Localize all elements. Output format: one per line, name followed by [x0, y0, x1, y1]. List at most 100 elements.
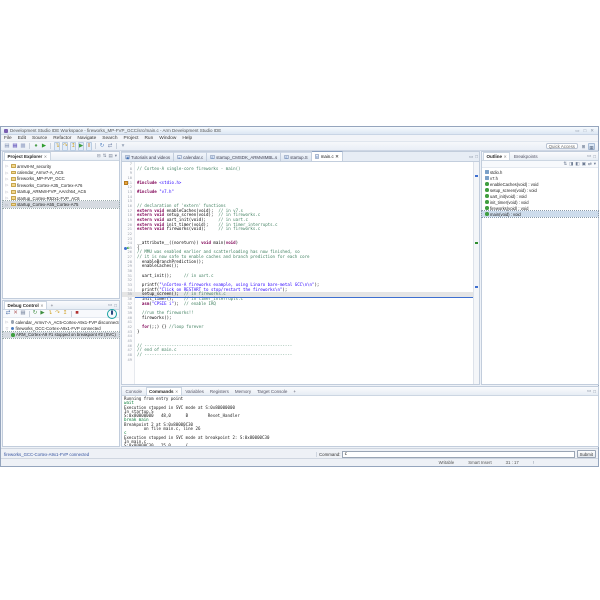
step-into-icon[interactable]: ↴: [54, 142, 60, 151]
console-tab-0[interactable]: Console: [123, 387, 145, 395]
hide-fields-icon[interactable]: ◨: [569, 161, 573, 167]
connect-icon[interactable]: ⇄: [5, 310, 11, 317]
outline-tab-1[interactable]: Breakpoints: [511, 152, 540, 160]
menu-source[interactable]: Source: [32, 136, 47, 141]
new-file-icon[interactable]: ▤: [4, 143, 10, 150]
menu-navigate[interactable]: Navigate: [77, 136, 96, 141]
console-tab-4[interactable]: Memory: [232, 387, 253, 395]
console-tab-5[interactable]: Target Console: [255, 387, 290, 395]
menu-search[interactable]: Search: [102, 136, 117, 141]
resume-icon[interactable]: ▶: [78, 142, 84, 151]
code-editor[interactable]: 78// Cortex-A single-core fireworks - ma…: [122, 162, 473, 384]
bookmark-marker-icon[interactable]: [124, 181, 128, 185]
sort-icon[interactable]: ⇅: [563, 161, 567, 167]
quick-access-button[interactable]: Quick Access: [546, 143, 578, 149]
minimize-editor-icon[interactable]: ▭: [469, 154, 473, 160]
editor-tab-main-c[interactable]: cmain.c✕: [312, 151, 343, 161]
minimize-pane-icon[interactable]: ▭: [108, 302, 112, 308]
outline-item[interactable]: main(void) : void: [482, 211, 598, 217]
menu-file[interactable]: File: [4, 136, 12, 141]
editor-overview-ruler[interactable]: [473, 162, 479, 384]
maximize-pane-icon[interactable]: □: [593, 389, 596, 394]
editor-tab-calendar-c[interactable]: ccalendar.c: [174, 152, 207, 161]
minimize-pane-icon[interactable]: ▭: [587, 388, 591, 394]
save-all-icon[interactable]: ▩: [20, 143, 26, 150]
editor-tab-startup-cmsdk-armv8mbl-s[interactable]: Sstartup_CMSDK_ARMv8MBL.s: [207, 152, 281, 161]
menu-run[interactable]: Run: [144, 136, 153, 141]
outline-tab-0[interactable]: Outline✕: [483, 152, 510, 160]
step-into-icon[interactable]: ↴: [47, 310, 53, 317]
dropdown-icon[interactable]: ▾: [120, 143, 126, 150]
view-layout-icon[interactable]: ▤: [108, 153, 112, 159]
close-tab-icon[interactable]: ✕: [40, 303, 43, 308]
show-cores-icon[interactable]: ▦: [20, 310, 26, 317]
console-tab-3[interactable]: Registers: [207, 387, 231, 395]
menu-refactor[interactable]: Refactor: [53, 136, 71, 141]
interrupt-icon[interactable]: ▮: [109, 310, 115, 317]
view-menu-icon[interactable]: ▾: [115, 153, 117, 159]
run-icon[interactable]: ▶: [41, 143, 47, 150]
view-menu-icon[interactable]: ▾: [594, 161, 596, 167]
disconnect-icon[interactable]: ✕: [13, 310, 19, 317]
debug-connection-row[interactable]: ARM_Cortex-A9 #1 stopped on breakpoint #…: [3, 332, 119, 338]
debug-icon[interactable]: ●: [33, 143, 39, 150]
console-tab-6[interactable]: +: [291, 387, 299, 395]
menu-window[interactable]: Window: [159, 136, 176, 141]
maximize-pane-icon[interactable]: □: [114, 303, 117, 308]
maximize-editor-icon[interactable]: □: [475, 154, 478, 160]
step-return-icon[interactable]: ↥: [62, 310, 68, 317]
console-tab-1[interactable]: Commands✕: [146, 387, 182, 395]
twisty-icon[interactable]: ▷: [5, 203, 9, 207]
twisty-icon[interactable]: ▷: [5, 171, 9, 175]
menu-help[interactable]: Help: [182, 136, 192, 141]
commands-console-output[interactable]: Running from entry pointwaitExecution st…: [122, 396, 598, 446]
title-bar[interactable]: Development Studio IDE Workspace - firew…: [1, 127, 598, 135]
twisty-icon[interactable]: ▷: [5, 196, 9, 200]
hide-non-public-icon[interactable]: ▣: [582, 161, 586, 167]
close-window-icon[interactable]: ✕: [589, 128, 595, 133]
restart-icon[interactable]: ↻: [99, 143, 105, 150]
minimize-window-icon[interactable]: ▭: [574, 128, 580, 133]
code-line[interactable]: 49: [122, 358, 473, 363]
collapse-all-icon[interactable]: ⊟: [97, 153, 101, 159]
error-log-icon[interactable]: !: [533, 460, 534, 465]
debug-connection-row[interactable]: ▷calendar_Armv7-A_AC5-Cortex-A9x1-FVP di…: [3, 319, 119, 325]
minimize-pane-icon[interactable]: ▭: [587, 153, 591, 159]
resume-icon[interactable]: ▶: [40, 310, 46, 317]
editor-tab-startup-s[interactable]: Sstartup.S: [281, 152, 312, 161]
overview-mark[interactable]: [475, 286, 478, 288]
open-perspective-icon[interactable]: ⊞: [580, 143, 587, 150]
overview-mark[interactable]: [475, 242, 478, 244]
close-tab-icon[interactable]: ✕: [335, 154, 339, 160]
stop-icon[interactable]: ■: [74, 310, 80, 317]
debug-control-tab-0[interactable]: Debug Control✕: [4, 301, 47, 309]
editor-tab-tutorials-and-videos[interactable]: ▣Tutorials and videos: [122, 152, 174, 161]
twisty-icon[interactable]: ▷: [5, 164, 9, 168]
step-return-icon[interactable]: ↥: [70, 142, 76, 151]
step-over-icon[interactable]: ↷: [62, 142, 68, 151]
twisty-icon[interactable]: ▷: [5, 320, 9, 324]
suspend-icon[interactable]: ‖: [86, 142, 92, 151]
close-tab-icon[interactable]: ✕: [44, 154, 47, 159]
menu-project[interactable]: Project: [124, 136, 139, 141]
hide-static-icon[interactable]: ◧: [575, 161, 579, 167]
debug-control-tab-1[interactable]: +: [48, 301, 56, 309]
link-with-editor-icon[interactable]: ⇄: [588, 161, 592, 167]
overview-mark[interactable]: [475, 175, 478, 177]
console-tab-2[interactable]: Variables: [183, 387, 206, 395]
project-explorer-tab-0[interactable]: Project Explorer✕: [4, 152, 51, 160]
command-input[interactable]: [342, 451, 574, 458]
close-tab-icon[interactable]: ✕: [504, 154, 507, 159]
close-tab-icon[interactable]: ✕: [175, 389, 178, 394]
twisty-icon[interactable]: ▷: [5, 177, 9, 181]
development-studio-perspective-icon[interactable]: ▦: [588, 143, 595, 150]
save-icon[interactable]: ▦: [12, 143, 18, 150]
maximize-pane-icon[interactable]: □: [593, 154, 596, 159]
twisty-icon[interactable]: ▷: [5, 183, 9, 187]
twisty-icon[interactable]: ▷: [5, 190, 9, 194]
link-with-editor-icon[interactable]: ⇅: [103, 153, 107, 159]
menu-edit[interactable]: Edit: [18, 136, 26, 141]
connect-target-icon[interactable]: ⇄: [107, 143, 113, 150]
restart-icon[interactable]: ↻: [32, 310, 38, 317]
project-explorer-item[interactable]: ▷startup_Cortex-A55_Cortex-A75: [3, 201, 119, 207]
